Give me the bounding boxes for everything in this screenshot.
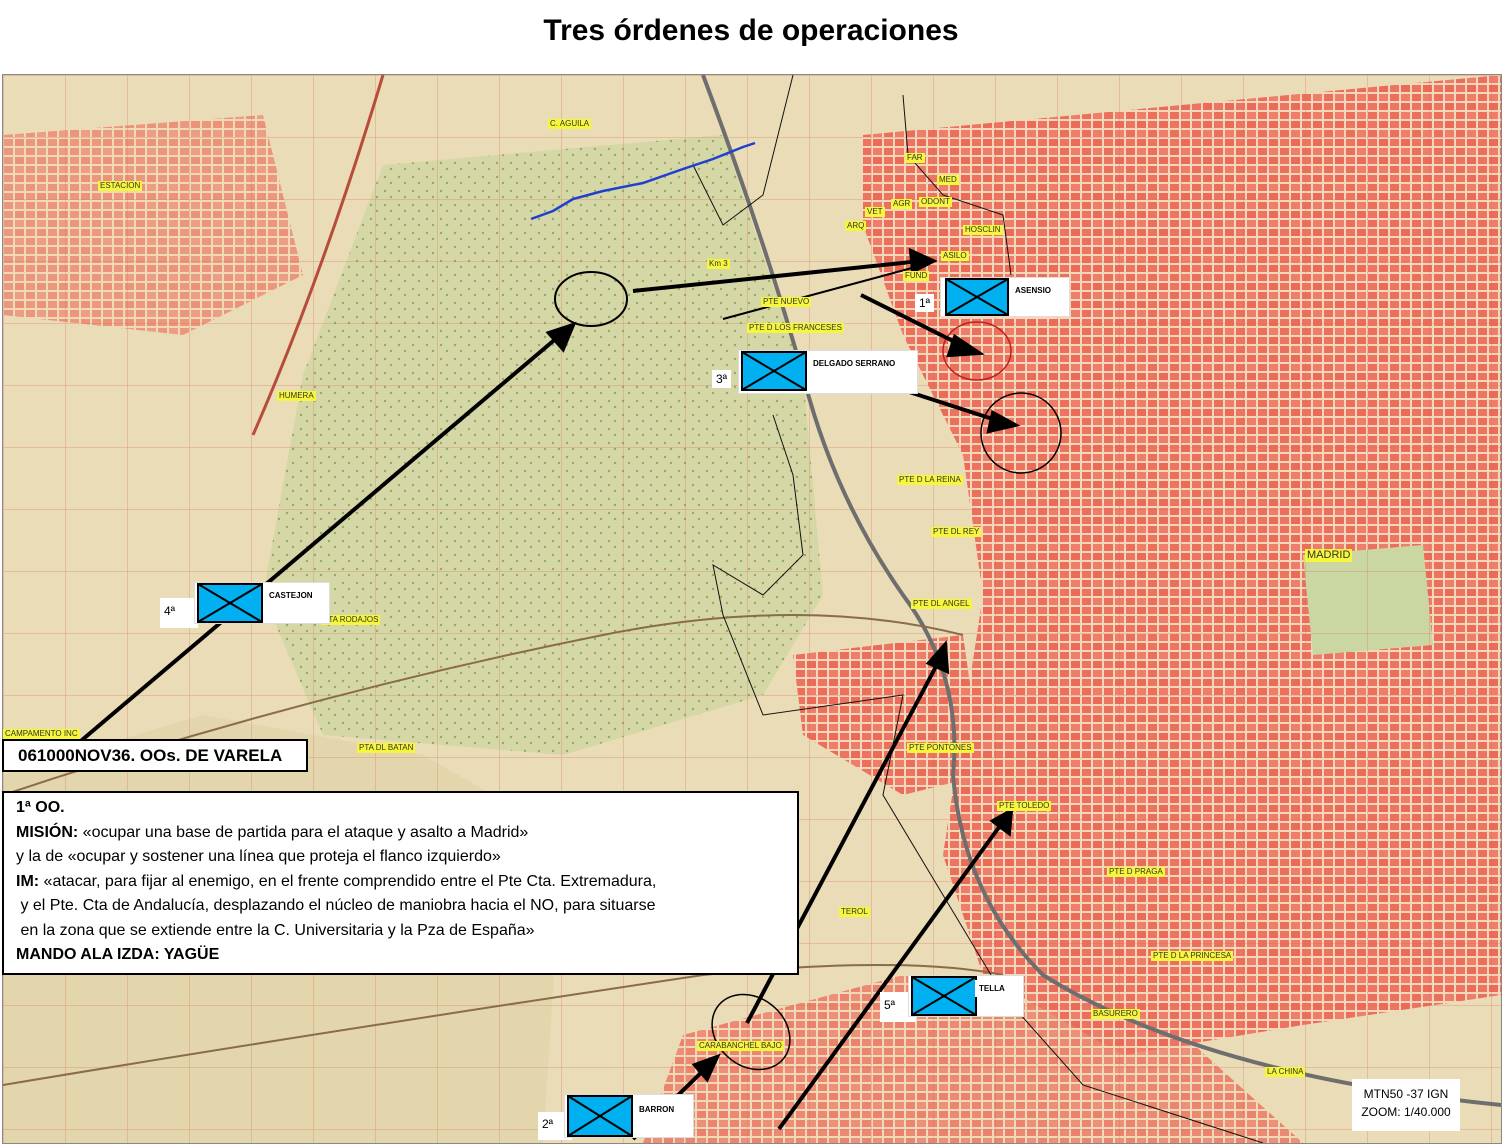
map-source-box: MTN50 -37 IGN ZOOM: 1/40.000 (1352, 1079, 1460, 1131)
label-pte-nuevo: PTE NUEVO (761, 297, 812, 307)
unit-name-3: DELGADO SERRANO (809, 355, 900, 372)
label-pte-toledo: PTE TOLEDO (997, 801, 1052, 811)
unit-panel-4[interactable]: CASTEJON (194, 582, 330, 624)
label-c-aguila: C. AGUILA (548, 119, 592, 129)
infantry-unit-icon (945, 278, 1009, 316)
label-estacion: ESTACION (98, 181, 143, 191)
label-arq: ARQ (845, 221, 867, 231)
label-pte-rey: PTE DL REY (931, 527, 982, 537)
unit-number-1: 1ª (915, 294, 935, 312)
infantry-unit-icon (741, 351, 807, 391)
operations-order-text: 1ª OO. MISIÓN: «ocupar una base de parti… (2, 791, 799, 975)
label-agr: AGR (891, 199, 913, 209)
unit-name-5: TELLA (975, 980, 1009, 997)
unit-panel-5[interactable]: TELLA (908, 975, 1024, 1017)
order-mando: MANDO ALA IZDA: YAGÜE (16, 946, 220, 963)
label-pte-angel: PTE DL ANGEL (911, 599, 972, 609)
source-line-2: ZOOM: 1/40.000 (1361, 1105, 1451, 1119)
label-pte-reina: PTE D LA REINA (897, 475, 963, 485)
label-pte-franceses: PTE D LOS FRANCESES (747, 323, 844, 333)
label-fund: FUND (903, 271, 930, 281)
unit-name-2: BARRON (635, 1101, 679, 1118)
label-humera: HUMERA (277, 391, 316, 401)
order-mision: MISIÓN: «ocupar una base de partida para… (16, 821, 797, 846)
source-line-1: MTN50 -37 IGN (1363, 1087, 1449, 1101)
label-pta-batan: PTA DL BATAN (357, 743, 416, 753)
label-terol: TEROL (839, 907, 870, 917)
label-far: FAR (905, 153, 925, 163)
label-madrid: MADRID (1305, 549, 1353, 562)
label-basurero: BASURERO (1091, 1009, 1140, 1019)
label-hosclin: HOSCLIN (963, 225, 1003, 235)
operations-order-date: 061000NOV36. OOs. DE VARELA (2, 739, 308, 772)
label-pte-praga: PTE D PRAGA (1107, 867, 1165, 877)
im-text: «atacar, para fijar al enemigo, en el fr… (39, 872, 657, 890)
label-km3: Km 3 (707, 259, 730, 269)
label-asilo: ASILO (941, 251, 969, 261)
page-title: Tres órdenes de operaciones (543, 14, 959, 47)
label-odont: ODONT (919, 197, 952, 207)
infantry-unit-icon (197, 583, 263, 623)
mision-label: MISIÓN: (16, 823, 79, 841)
unit-name-1: ASENSIO (1011, 282, 1056, 299)
label-la-china: LA CHINA (1265, 1067, 1306, 1077)
label-pte-princesa: PTE D LA PRINCESA (1151, 951, 1234, 961)
label-pte-pontones: PTE PONTONES (907, 743, 974, 753)
label-med: MED (937, 175, 959, 185)
label-vet: VET (865, 207, 885, 217)
label-carabanchel-bajo: CARABANCHEL BAJO (697, 1041, 784, 1051)
unit-number-4: 4ª (160, 598, 198, 628)
unit-panel-3[interactable]: DELGADO SERRANO (738, 350, 918, 394)
order-heading: 1ª OO. (16, 799, 65, 816)
unit-number-3: 3ª (712, 370, 732, 388)
im-label: IM: (16, 872, 40, 890)
mision-text: «ocupar una base de partida para el ataq… (78, 823, 529, 841)
order-line-4: y el Pte. Cta de Andalucía, desplazando … (16, 897, 656, 914)
unit-name-4: CASTEJON (265, 587, 317, 604)
order-line-5: en la zona que se extiende entre la C. U… (16, 921, 535, 939)
unit-panel-2[interactable]: BARRON (564, 1094, 694, 1138)
unit-panel-1[interactable]: ASENSIO (940, 277, 1070, 317)
order-im: IM: «atacar, para fijar al enemigo, en e… (16, 870, 797, 895)
infantry-unit-icon (911, 976, 977, 1016)
label-campamento: CAMPAMENTO INC (3, 729, 80, 739)
infantry-unit-icon (567, 1095, 633, 1137)
order-line-2: y la de «ocupar y sostener una línea que… (16, 848, 501, 865)
